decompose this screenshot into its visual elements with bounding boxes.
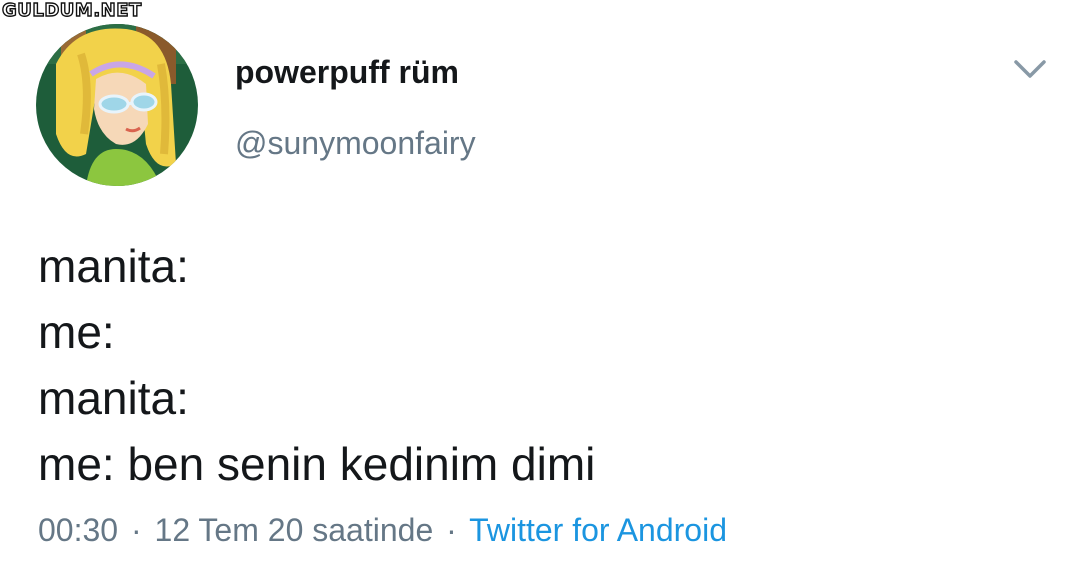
tweet-line: manita: [38, 240, 189, 292]
watermark-logo: GULDUM.NET [1, 0, 142, 21]
tweet-line: me: ben senin kedinim dimi [38, 438, 596, 490]
display-name[interactable]: powerpuff rüm [235, 52, 459, 92]
tweet-date: 12 Tem 20 saatinde [154, 512, 434, 548]
tweet-source-link[interactable]: Twitter for Android [469, 512, 727, 548]
meta-separator: · [130, 512, 142, 548]
tweet-text: manita: me: manita: me: ben senin kedini… [38, 233, 595, 497]
tweet-line: me: [38, 306, 115, 358]
chevron-down-icon[interactable] [1010, 54, 1050, 84]
cartoon-girl-avatar-icon [36, 24, 198, 186]
user-handle[interactable]: @sunymoonfairy [235, 123, 476, 163]
tweet-meta: 00:30 · 12 Tem 20 saatinde · Twitter for… [38, 510, 727, 550]
tweet-time: 00:30 [38, 512, 119, 548]
tweet-line: manita: [38, 372, 189, 424]
meta-separator: · [446, 512, 457, 548]
avatar[interactable] [36, 24, 198, 186]
